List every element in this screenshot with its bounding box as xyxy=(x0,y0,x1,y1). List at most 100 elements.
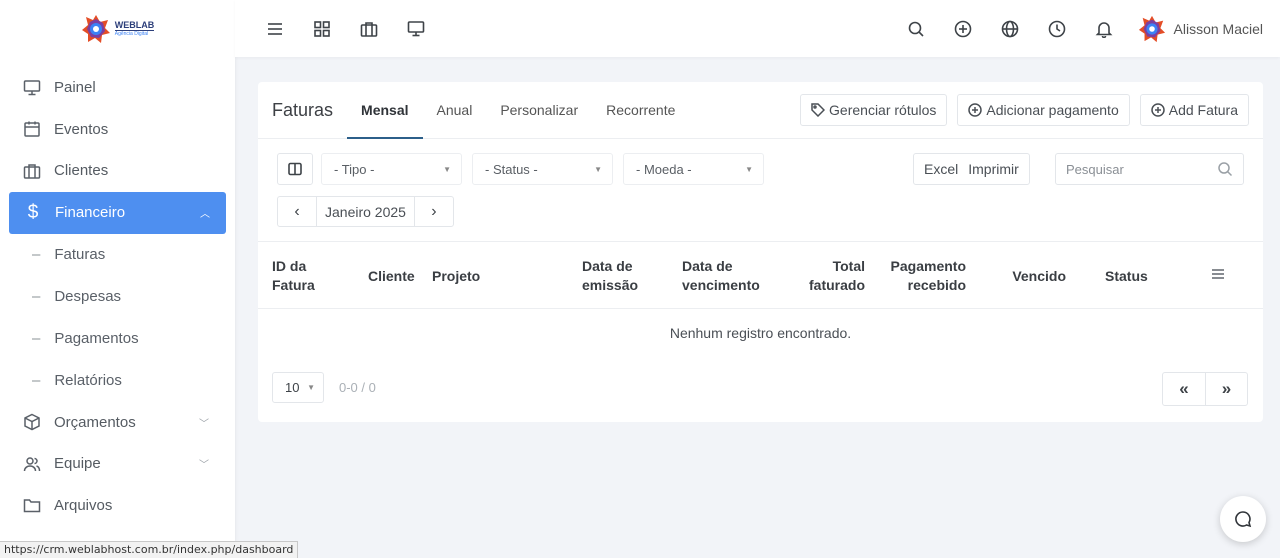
menu-toggle-icon[interactable] xyxy=(251,9,298,49)
sidebar-item-painel[interactable]: Painel xyxy=(0,67,235,109)
status-filter-select[interactable]: - Status - ▼ xyxy=(472,153,613,185)
brand-name: WEBLAB xyxy=(114,19,155,31)
sidebar-item-orcamentos[interactable]: Orçamentos ﹀ xyxy=(0,402,235,444)
logo[interactable]: WEBLAB Agência Digital xyxy=(81,14,155,44)
add-circle-icon[interactable] xyxy=(940,9,987,49)
calendar-icon xyxy=(22,119,42,139)
card-header: Faturas Mensal Anual Personalizar Recorr… xyxy=(258,82,1263,139)
page-size-value: 10 xyxy=(285,380,300,395)
col-project[interactable]: Projeto xyxy=(432,267,480,286)
next-page-icon[interactable]: » xyxy=(1205,373,1247,405)
grid-icon[interactable] xyxy=(298,9,345,49)
table-header: ID da Fatura Cliente Projeto Data de emiss… xyxy=(258,241,1263,309)
box-icon xyxy=(22,412,42,432)
type-filter-select[interactable]: - Tipo - ▼ xyxy=(321,153,462,185)
sidebar-item-label: Eventos xyxy=(54,120,109,138)
col-status[interactable]: Status xyxy=(1105,267,1148,286)
sidebar-subitem-label: Faturas xyxy=(54,246,106,263)
sidebar-subitem-label: Pagamentos xyxy=(54,330,139,347)
user-name[interactable]: Alisson Maciel xyxy=(1174,21,1263,37)
browser-status-url: https://crm.weblabhost.com.br/index.php/… xyxy=(0,541,299,558)
sidebar-item-label: Clientes xyxy=(54,162,109,180)
add-payment-button[interactable]: Adicionar pagamento xyxy=(957,94,1130,126)
page-title: Faturas xyxy=(272,99,334,120)
excel-button[interactable]: Excel xyxy=(914,154,968,184)
col-issue-date[interactable]: Data de emissão xyxy=(582,257,638,295)
manage-labels-button[interactable]: Gerenciar rótulos xyxy=(800,94,948,126)
caret-down-icon: ▼ xyxy=(745,164,753,174)
export-buttons: Excel Imprimir xyxy=(913,153,1030,185)
briefcase-icon xyxy=(22,161,42,181)
col-client[interactable]: Cliente xyxy=(368,267,415,286)
sidebar-item-label: Equipe xyxy=(54,455,101,473)
pagination-nav: « » xyxy=(1162,372,1248,406)
manage-labels-label: Gerenciar rótulos xyxy=(829,102,937,118)
monitor-icon xyxy=(22,78,42,98)
sidebar-item-clientes[interactable]: Clientes xyxy=(0,150,235,192)
sidebar-item-equipe[interactable]: Equipe ﹀ xyxy=(0,443,235,485)
topbar: Alisson Maciel xyxy=(235,0,1280,57)
sidebar-subitem-despesas[interactable]: – Despesas xyxy=(0,276,235,318)
briefcase-icon[interactable] xyxy=(345,9,392,49)
currency-filter-select[interactable]: - Moeda - ▼ xyxy=(623,153,764,185)
sidebar-subitem-faturas[interactable]: – Faturas xyxy=(0,234,235,276)
chat-bubble-icon xyxy=(1235,511,1252,528)
monitor-icon[interactable] xyxy=(392,9,439,49)
bell-icon[interactable] xyxy=(1081,9,1128,49)
pagination-left: 10 ▼ 0-0 / 0 xyxy=(272,372,376,403)
caret-down-icon: ▼ xyxy=(443,164,451,174)
col-invoice-id[interactable]: ID da Fatura xyxy=(272,257,315,295)
chevron-down-icon: ﹀ xyxy=(199,460,209,472)
tab-anual[interactable]: Anual xyxy=(437,82,473,139)
current-month[interactable]: Janeiro 2025 xyxy=(316,197,415,226)
sidebar-subitem-relatorios[interactable]: – Relatórios xyxy=(0,360,235,402)
sidebar-subitem-label: Relatórios xyxy=(54,372,122,389)
sidebar-item-arquivos[interactable]: Arquivos xyxy=(0,485,235,527)
users-icon xyxy=(22,454,42,474)
add-payment-label: Adicionar pagamento xyxy=(986,102,1119,118)
chevron-left-icon[interactable]: ‹ xyxy=(278,197,316,226)
avatar[interactable] xyxy=(1138,15,1166,43)
prev-page-icon[interactable]: « xyxy=(1163,373,1205,405)
print-button[interactable]: Imprimir xyxy=(968,154,1029,184)
invoices-card: Faturas Mensal Anual Personalizar Recorr… xyxy=(258,82,1263,422)
sidebar-subitem-pagamentos[interactable]: – Pagamentos xyxy=(0,318,235,360)
globe-icon[interactable] xyxy=(987,9,1034,49)
sidebar-item-label: Painel xyxy=(54,79,96,97)
tag-icon xyxy=(811,103,826,117)
column-menu-icon[interactable] xyxy=(1210,266,1226,285)
col-overdue[interactable]: Vencido xyxy=(1012,267,1066,286)
add-invoice-button[interactable]: Add Fatura xyxy=(1139,94,1249,126)
page-size-select[interactable]: 10 ▼ xyxy=(272,372,324,403)
month-navigator: ‹ Janeiro 2025 › xyxy=(277,196,454,227)
col-total-billed[interactable]: Total faturado xyxy=(809,257,865,295)
chevron-right-icon[interactable]: › xyxy=(415,197,453,226)
sidebar-item-financeiro[interactable]: $ Financeiro ︿ xyxy=(9,191,226,234)
sidebar-item-eventos[interactable]: Eventos xyxy=(0,109,235,151)
tab-personalizar[interactable]: Personalizar xyxy=(500,82,578,139)
dollar-icon: $ xyxy=(27,201,39,223)
chat-button[interactable] xyxy=(1220,496,1266,542)
add-invoice-label: Add Fatura xyxy=(1168,102,1238,118)
folder-icon xyxy=(22,495,42,515)
sidebar-menu: Painel Eventos Clientes $ Financeiro ︿ –… xyxy=(0,57,235,526)
logo-mark-icon xyxy=(81,14,110,43)
col-payment-received[interactable]: Pagamento recebido xyxy=(891,257,966,295)
search-input[interactable] xyxy=(1066,161,1216,177)
add-circle-icon xyxy=(1150,103,1165,117)
sidebar-subitem-label: Despesas xyxy=(54,288,122,305)
type-filter-value: - Tipo - xyxy=(334,161,375,177)
col-due-date[interactable]: Data de vencimento xyxy=(682,257,760,295)
columns-toggle-button[interactable] xyxy=(277,153,313,185)
sidebar: WEBLAB Agência Digital Painel Eventos Cl… xyxy=(0,0,235,558)
caret-down-icon: ▼ xyxy=(307,383,315,392)
chevron-up-icon: ︿ xyxy=(200,209,210,220)
search-icon[interactable] xyxy=(893,9,940,49)
brand[interactable]: WEBLAB Agência Digital xyxy=(0,0,235,57)
clock-icon[interactable] xyxy=(1034,9,1081,49)
search-icon xyxy=(1218,162,1233,177)
sidebar-item-label: Orçamentos xyxy=(54,413,136,431)
sidebar-item-label: Financeiro xyxy=(55,204,126,221)
tab-recorrente[interactable]: Recorrente xyxy=(606,82,675,139)
tab-mensal[interactable]: Mensal xyxy=(346,82,424,139)
